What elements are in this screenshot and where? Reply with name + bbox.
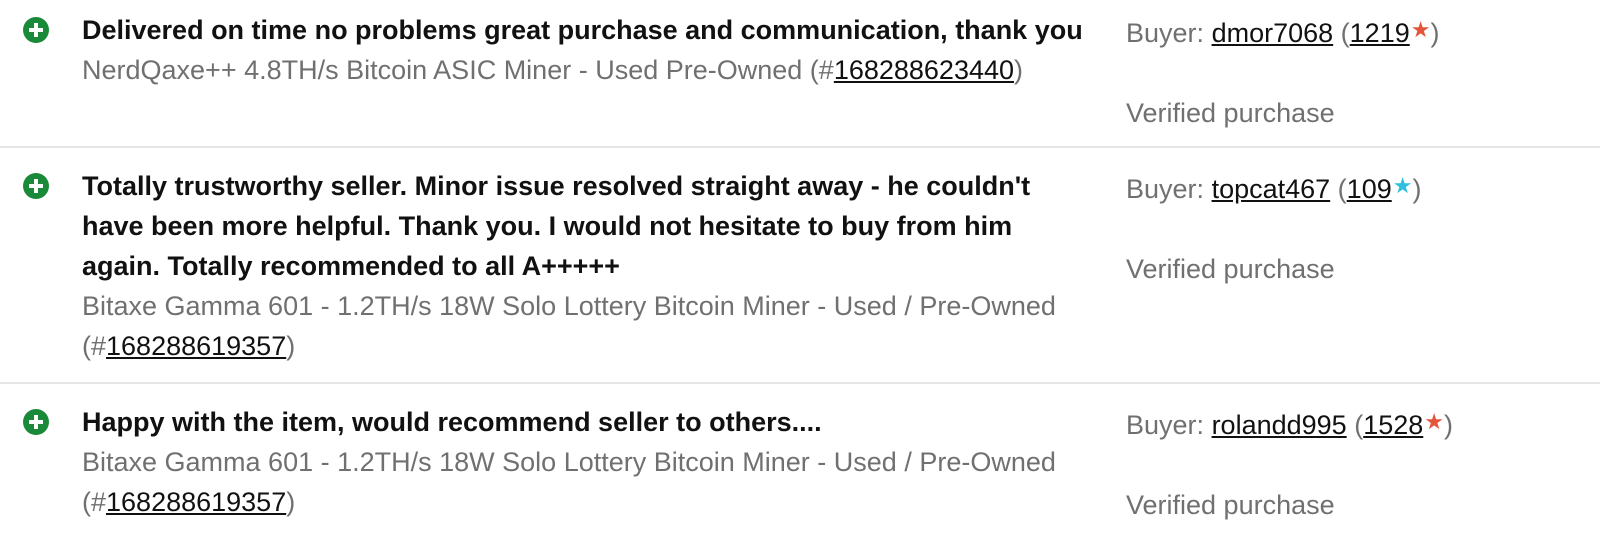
feedback-meta: Buyer: topcat467 (109★) Verified purchas… xyxy=(1126,166,1586,289)
feedback-item: Bitaxe Gamma 601 - 1.2TH/s 18W Solo Lott… xyxy=(82,291,1056,361)
buyer-info: Buyer: dmor7068 (1219★) xyxy=(1126,17,1440,48)
feedback-item: Bitaxe Gamma 601 - 1.2TH/s 18W Solo Lott… xyxy=(82,447,1056,517)
item-number-link[interactable]: 168288619357 xyxy=(106,331,286,361)
feedback-row: Happy with the item, would recommend sel… xyxy=(0,384,1600,546)
feedback-comment: Happy with the item, would recommend sel… xyxy=(82,407,822,437)
feedback-meta: Buyer: dmor7068 (1219★) Verified purchas… xyxy=(1126,10,1586,133)
feedback-comment: Delivered on time no problems great purc… xyxy=(82,15,1083,45)
item-title: Bitaxe Gamma 601 - 1.2TH/s 18W Solo Lott… xyxy=(82,447,1056,477)
buyer-score-link[interactable]: 1219 xyxy=(1350,18,1410,48)
buyer-name-link[interactable]: rolandd995 xyxy=(1212,410,1347,440)
buyer-prefix: Buyer: xyxy=(1126,410,1205,440)
buyer-info: Buyer: rolandd995 (1528★) xyxy=(1126,409,1453,440)
item-title: Bitaxe Gamma 601 - 1.2TH/s 18W Solo Lott… xyxy=(82,291,1056,321)
feedback-star-icon: ★ xyxy=(1424,409,1444,434)
buyer-name-link[interactable]: topcat467 xyxy=(1212,174,1331,204)
feedback-content: Happy with the item, would recommend sel… xyxy=(82,402,1092,522)
feedback-item: NerdQaxe++ 4.8TH/s Bitcoin ASIC Miner - … xyxy=(82,55,1024,85)
item-number-link[interactable]: 168288619357 xyxy=(106,487,286,517)
buyer-name-link[interactable]: dmor7068 xyxy=(1212,18,1334,48)
feedback-comment: Totally trustworthy seller. Minor issue … xyxy=(82,171,1031,281)
positive-plus-icon xyxy=(22,172,50,200)
positive-plus-icon xyxy=(22,16,50,44)
feedback-content: Totally trustworthy seller. Minor issue … xyxy=(82,166,1092,366)
buyer-info: Buyer: topcat467 (109★) xyxy=(1126,173,1422,204)
feedback-list: Delivered on time no problems great purc… xyxy=(0,0,1600,546)
feedback-content: Delivered on time no problems great purc… xyxy=(82,10,1092,90)
feedback-star-icon: ★ xyxy=(1410,17,1431,42)
verified-purchase-label: Verified purchase xyxy=(1126,98,1335,128)
verified-purchase-label: Verified purchase xyxy=(1126,490,1335,520)
item-number-link[interactable]: 168288623440 xyxy=(834,55,1014,85)
buyer-prefix: Buyer: xyxy=(1126,174,1205,204)
item-title: NerdQaxe++ 4.8TH/s Bitcoin ASIC Miner - … xyxy=(82,55,803,85)
feedback-row: Totally trustworthy seller. Minor issue … xyxy=(0,148,1600,383)
feedback-meta: Buyer: rolandd995 (1528★) Verified purch… xyxy=(1126,402,1586,525)
verified-purchase-label: Verified purchase xyxy=(1126,254,1335,284)
feedback-star-icon: ★ xyxy=(1392,173,1413,198)
positive-plus-icon xyxy=(22,408,50,436)
buyer-score-link[interactable]: 109 xyxy=(1347,174,1392,204)
buyer-prefix: Buyer: xyxy=(1126,18,1205,48)
buyer-score-link[interactable]: 1528 xyxy=(1363,410,1423,440)
feedback-row: Delivered on time no problems great purc… xyxy=(0,0,1600,147)
